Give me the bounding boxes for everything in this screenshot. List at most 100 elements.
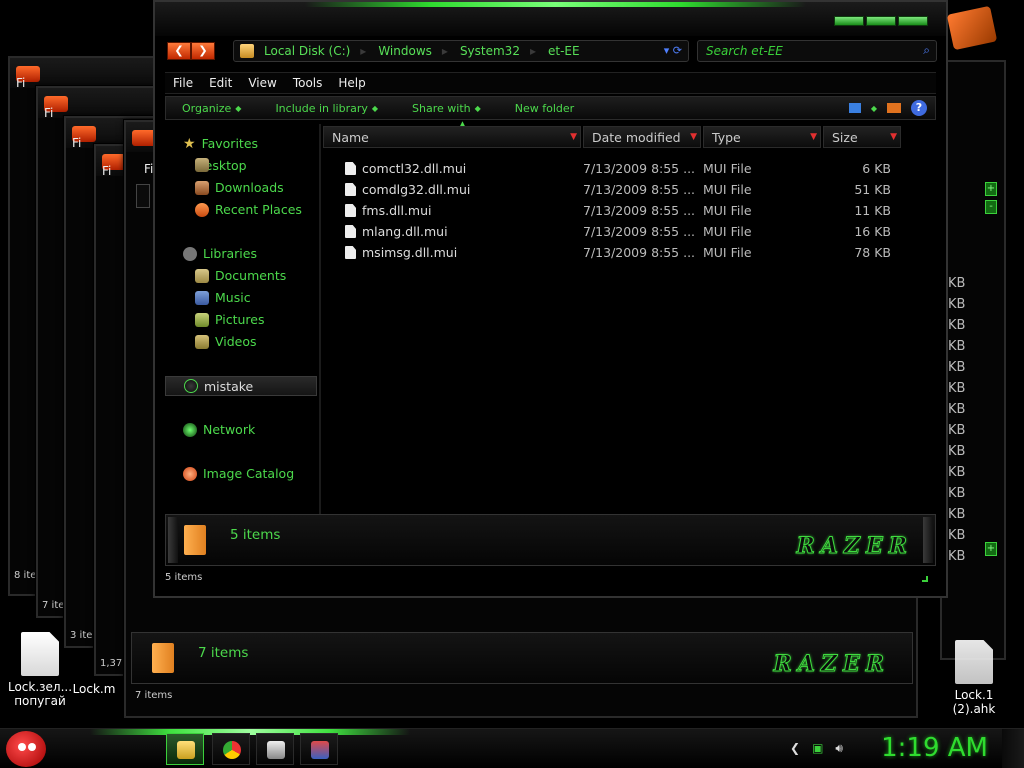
table-row[interactable]: comctl32.dll.mui 7/13/2009 8:55 ... MUI Fi… xyxy=(323,158,936,179)
taskbar-chrome-button[interactable] xyxy=(212,733,250,765)
column-date-modified[interactable]: Date modified ▼ xyxy=(583,126,701,148)
resize-grip[interactable] xyxy=(922,576,928,582)
taskbar-explorer-button[interactable] xyxy=(166,733,204,765)
show-hidden-icons-icon[interactable]: ❮ xyxy=(790,741,800,756)
nav-pictures[interactable]: Pictures xyxy=(195,312,265,327)
include-in-library-button[interactable]: Include in library ◆ xyxy=(275,102,378,115)
scroll-up-button[interactable]: + xyxy=(985,182,997,196)
address-bar-fragment xyxy=(136,184,150,208)
menu-file-fragment[interactable]: Fi xyxy=(16,76,25,90)
folder-icon xyxy=(152,643,174,673)
nav-libraries[interactable]: Libraries xyxy=(183,246,257,261)
search-icon[interactable]: ⌕ xyxy=(923,43,930,58)
file-name-cell[interactable]: comctl32.dll.mui xyxy=(323,161,583,176)
nav-videos[interactable]: Videos xyxy=(195,334,257,349)
table-row[interactable]: mlang.dll.mui 7/13/2009 8:55 ... MUI File 1… xyxy=(323,221,936,242)
file-icon xyxy=(345,204,356,217)
status-count: 8 ite xyxy=(14,570,37,581)
file-date-cell: 7/13/2009 8:55 ... xyxy=(583,203,696,218)
nav-downloads[interactable]: Downloads xyxy=(195,180,284,195)
column-dropdown-icon[interactable]: ▼ xyxy=(890,132,897,142)
maximize-button[interactable] xyxy=(866,16,896,26)
new-folder-button[interactable]: New folder xyxy=(515,102,574,115)
volume-icon[interactable]: 🔊︎ xyxy=(835,741,843,756)
breadcrumb-system32[interactable]: System32 ▸ xyxy=(460,44,536,58)
view-options-icon[interactable] xyxy=(848,103,861,113)
help-icon[interactable]: ? xyxy=(911,100,927,116)
desktop-icon-lock-1[interactable]: Lock.зел... попугай xyxy=(0,632,80,708)
minimize-button[interactable] xyxy=(834,16,864,26)
table-row[interactable]: fms.dll.mui 7/13/2009 8:55 ... MUI File 11 … xyxy=(323,200,936,221)
menu-view[interactable]: View xyxy=(240,76,284,90)
size-cell: KB xyxy=(948,444,966,459)
menu-file-fragment[interactable]: Fi xyxy=(44,106,53,120)
file-icon xyxy=(345,225,356,238)
search-input[interactable]: Search et-EE ⌕ xyxy=(697,40,937,62)
show-desktop-button[interactable] xyxy=(1002,729,1024,768)
size-cell: KB xyxy=(948,276,966,291)
explorer-window[interactable]: ❮ ❯ Local Disk (C:) ▸ Windows ▸ System32 ▸ … xyxy=(153,0,948,598)
taskbar-archive-button[interactable] xyxy=(300,733,338,765)
file-name-cell[interactable]: msimsg.dll.mui xyxy=(323,245,583,260)
nav-music[interactable]: Music xyxy=(195,290,251,305)
network-tray-icon[interactable]: ▣ xyxy=(812,741,823,756)
table-row[interactable]: msimsg.dll.mui 7/13/2009 8:55 ... MUI File… xyxy=(323,242,936,263)
file-name-cell[interactable]: comdlg32.dll.mui xyxy=(323,182,583,197)
menu-edit[interactable]: Edit xyxy=(201,76,240,90)
organize-button[interactable]: Organize ◆ xyxy=(182,102,241,115)
size-cell: KB xyxy=(948,381,966,396)
back-button[interactable]: ❮ xyxy=(167,42,191,60)
menu-help[interactable]: Help xyxy=(330,76,373,90)
breadcrumb-et-ee[interactable]: et-EE xyxy=(548,44,580,58)
music-icon xyxy=(195,290,209,305)
nav-favorites[interactable]: ★ Favorites xyxy=(183,136,258,151)
nav-recent-places[interactable]: Recent Places xyxy=(195,202,302,217)
title-bar[interactable] xyxy=(155,2,946,36)
desktop-orange-icon[interactable] xyxy=(946,5,998,51)
menu-file-fragment[interactable]: Fi xyxy=(102,164,111,178)
column-type[interactable]: Type ▼ xyxy=(703,126,821,148)
address-bar[interactable]: Local Disk (C:) ▸ Windows ▸ System32 ▸ et-E… xyxy=(233,40,689,62)
nav-homegroup[interactable]: mistake xyxy=(165,376,317,396)
file-name-cell[interactable]: mlang.dll.mui xyxy=(323,224,583,239)
taskbar-java-button[interactable] xyxy=(256,733,294,765)
table-row[interactable]: comdlg32.dll.mui 7/13/2009 8:55 ... MUI Fi… xyxy=(323,179,936,200)
recent-places-icon xyxy=(195,202,209,217)
view-dropdown-icon[interactable]: ◆ xyxy=(871,104,877,113)
menu-file[interactable]: File xyxy=(165,76,201,90)
forward-button[interactable]: ❯ xyxy=(191,42,215,60)
size-cell: KB xyxy=(948,486,966,501)
desktop: Fi 8 ite Fi 7 ite Fi 3 ite Fi 1,37 KB KB K… xyxy=(0,0,1024,768)
desktop-icon-lock-2[interactable]: Lock.m xyxy=(64,682,124,696)
start-button-angry-bird-icon[interactable] xyxy=(6,731,46,767)
second-window-details-pane: 7 items RAZER xyxy=(131,632,913,684)
nav-image-catalog[interactable]: Image Catalog xyxy=(183,466,294,481)
close-button[interactable] xyxy=(898,16,928,26)
menu-file-fragment[interactable]: Fi xyxy=(144,162,153,176)
column-name[interactable]: Name ▼ xyxy=(323,126,581,148)
menu-tools[interactable]: Tools xyxy=(285,76,331,90)
column-dropdown-icon[interactable]: ▼ xyxy=(810,132,817,142)
breadcrumb-local-disk[interactable]: Local Disk (C:) ▸ xyxy=(264,44,366,58)
refresh-icon[interactable]: ▾ ⟳ xyxy=(664,44,682,57)
share-with-button[interactable]: Share with ◆ xyxy=(412,102,481,115)
preview-pane-icon[interactable] xyxy=(887,103,901,113)
nav-documents[interactable]: Documents xyxy=(195,268,286,283)
menu-file-fragment[interactable]: Fi xyxy=(72,136,81,150)
clock[interactable]: 1:19 AM xyxy=(881,733,988,763)
nav-network[interactable]: Network xyxy=(183,422,255,437)
document-icon xyxy=(21,632,59,676)
column-dropdown-icon[interactable]: ▼ xyxy=(690,132,697,142)
nav-desktop[interactable]: Desktop xyxy=(195,158,247,173)
scroll-bottom-button[interactable]: + xyxy=(985,542,997,556)
column-headers: Name ▼ Date modified ▼ Type ▼ Size ▼ xyxy=(323,126,936,148)
desktop-icon-lock-3[interactable]: Lock.1 (2).ahk xyxy=(934,640,1014,716)
scroll-down-button[interactable]: - xyxy=(985,200,997,214)
breadcrumb-windows[interactable]: Windows ▸ xyxy=(378,44,448,58)
file-size-cell: 11 KB xyxy=(854,203,891,218)
file-name-cell[interactable]: fms.dll.mui xyxy=(323,203,583,218)
column-dropdown-icon[interactable]: ▼ xyxy=(570,132,577,142)
file-icon xyxy=(345,162,356,175)
file-size-cell: 78 KB xyxy=(854,245,891,260)
column-size[interactable]: Size ▼ xyxy=(823,126,901,148)
